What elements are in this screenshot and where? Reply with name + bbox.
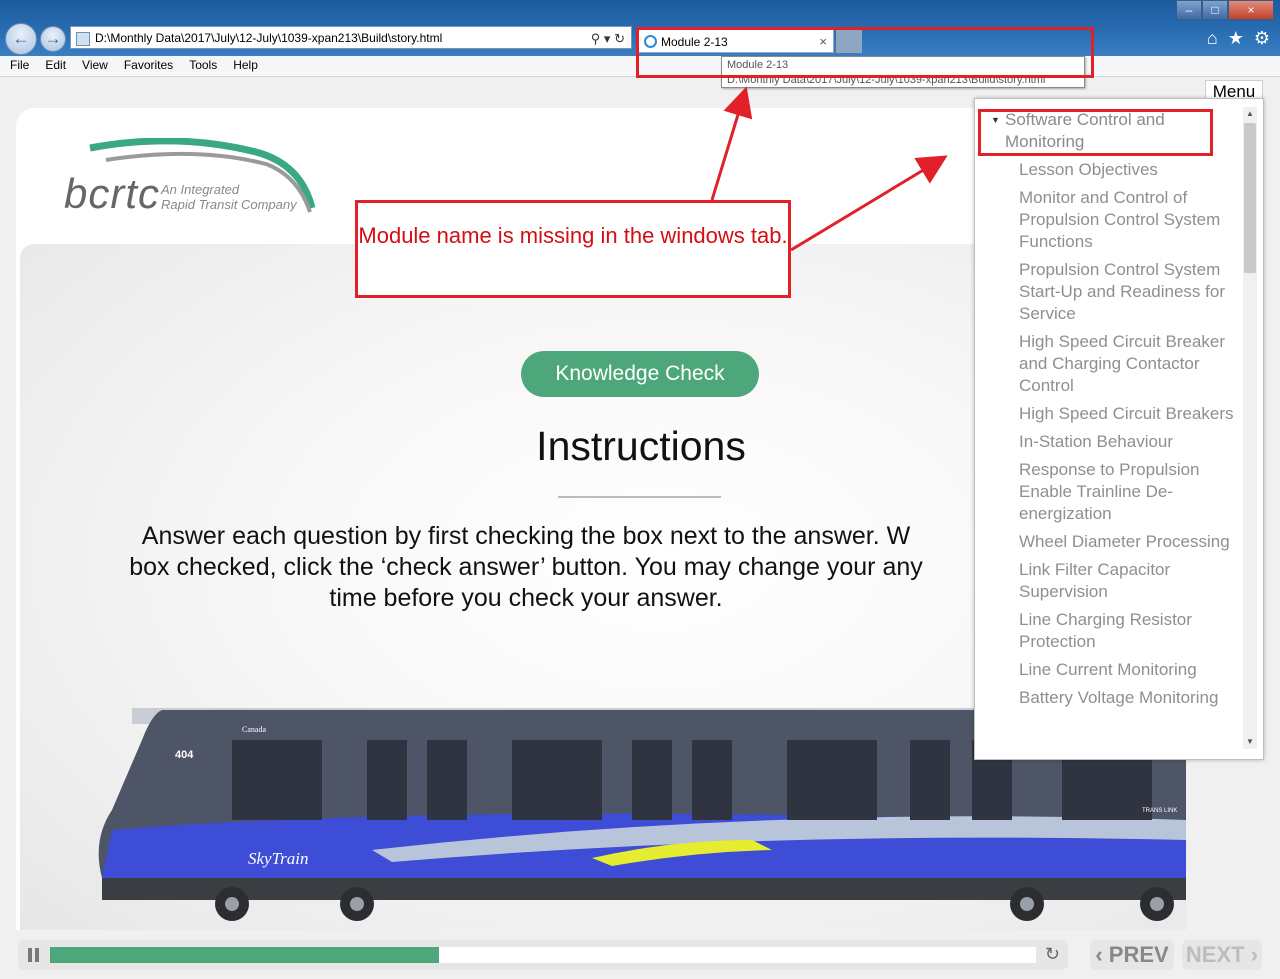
scroll-down-icon[interactable]: ▼ xyxy=(1243,735,1257,749)
menu-item[interactable]: Link Filter Capacitor Supervision xyxy=(1019,559,1237,603)
progress-track[interactable] xyxy=(50,947,1036,963)
menu-item[interactable]: Lesson Objectives xyxy=(1019,159,1237,181)
annotation-box-tab xyxy=(636,27,1094,78)
menu-edit[interactable]: Edit xyxy=(35,56,72,72)
menu-tools[interactable]: Tools xyxy=(179,56,223,72)
back-icon[interactable]: ← xyxy=(5,23,37,55)
menu-item[interactable]: In-Station Behaviour xyxy=(1019,431,1237,453)
train-brand: SkyTrain xyxy=(248,849,308,868)
logo-tagline-line-1: An Integrated xyxy=(161,182,240,197)
menu-item[interactable]: Line Current Monitoring xyxy=(1019,659,1237,681)
close-window-button[interactable]: × xyxy=(1228,0,1274,20)
train-number: 404 xyxy=(175,749,194,761)
menu-item[interactable]: High Speed Circuit Breaker and Charging … xyxy=(1019,331,1237,397)
menu-favorites[interactable]: Favorites xyxy=(114,56,179,72)
menu-scrollbar[interactable]: ▲ ▼ xyxy=(1243,107,1257,749)
logo-tagline: An Integrated Rapid Transit Company xyxy=(161,182,297,212)
favorites-star-icon[interactable]: ★ xyxy=(1228,28,1244,49)
progress-bar: ↻ xyxy=(18,940,1068,970)
instructions-heading: Instructions xyxy=(536,423,746,469)
search-icon[interactable]: ⚲ ▾ xyxy=(591,31,611,46)
replay-icon[interactable]: ↻ xyxy=(1045,944,1060,965)
course-menu-panel: ▼ Software Control and Monitoring Lesson… xyxy=(974,98,1264,760)
annotation-callout: Module name is missing in the windows ta… xyxy=(355,200,791,298)
knowledge-check-badge: Knowledge Check xyxy=(521,351,759,397)
menu-item[interactable]: Battery Voltage Monitoring xyxy=(1019,687,1237,709)
file-icon xyxy=(76,32,90,46)
forward-icon[interactable]: → xyxy=(40,26,66,52)
instructions-body: Answer each question by first checking t… xyxy=(129,522,923,612)
home-icon[interactable]: ⌂ xyxy=(1207,28,1218,49)
progress-fill xyxy=(50,947,440,963)
prev-label: PREV xyxy=(1108,942,1169,967)
annotation-box-menu-heading xyxy=(978,109,1213,156)
menu-item[interactable]: Wheel Diameter Processing xyxy=(1019,531,1237,553)
logo-tagline-line-2: Rapid Transit Company xyxy=(161,197,297,212)
scroll-thumb[interactable] xyxy=(1244,123,1256,273)
prev-button[interactable]: ‹ PREV xyxy=(1090,940,1174,970)
menu-item[interactable]: Response to Propulsion Enable Trainline … xyxy=(1019,459,1237,525)
next-label: NEXT xyxy=(1185,942,1245,967)
pause-icon[interactable] xyxy=(28,948,40,962)
train-operator-mark: TRANS LINK xyxy=(1142,808,1177,814)
heading-divider xyxy=(558,496,721,498)
minimize-button[interactable]: – xyxy=(1176,0,1202,20)
next-button[interactable]: NEXT › xyxy=(1182,940,1262,970)
settings-gear-icon[interactable]: ⚙ xyxy=(1254,28,1270,49)
window-controls: – □ × xyxy=(1176,0,1274,20)
menu-view[interactable]: View xyxy=(72,56,114,72)
menu-item[interactable]: Propulsion Control System Start-Up and R… xyxy=(1019,259,1237,325)
menu-item[interactable]: Line Charging Resistor Protection xyxy=(1019,609,1237,653)
refresh-icon[interactable]: ↻ xyxy=(614,31,625,46)
menu-help[interactable]: Help xyxy=(223,56,264,72)
scroll-up-icon[interactable]: ▲ xyxy=(1243,107,1257,121)
logo-wordmark: bcrtc xyxy=(64,170,161,217)
menu-file[interactable]: File xyxy=(0,56,35,72)
menu-item-list: Lesson Objectives Monitor and Control of … xyxy=(1019,159,1237,715)
maximize-button[interactable]: □ xyxy=(1202,0,1228,20)
menu-item[interactable]: High Speed Circuit Breakers xyxy=(1019,403,1237,425)
address-text: D:\Monthly Data\2017\July\12-July\1039-x… xyxy=(95,31,443,45)
address-bar[interactable]: D:\Monthly Data\2017\July\12-July\1039-x… xyxy=(70,26,632,49)
train-country-mark: Canada xyxy=(242,725,266,734)
menu-item[interactable]: Monitor and Control of Propulsion Contro… xyxy=(1019,187,1237,253)
